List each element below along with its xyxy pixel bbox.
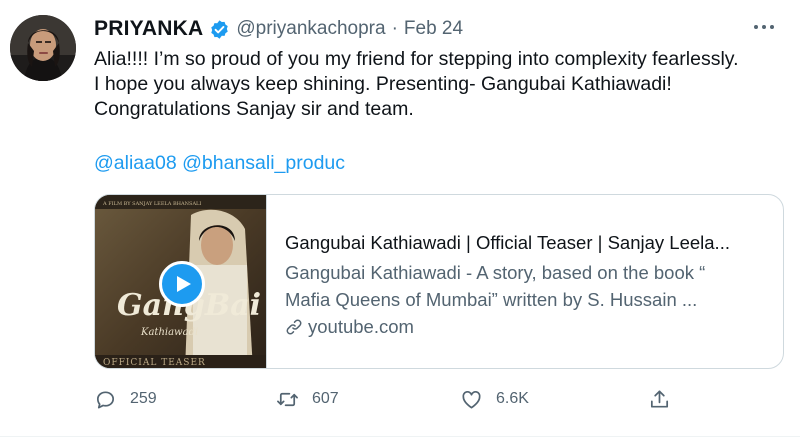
verified-badge-icon [209,19,230,40]
mentions: @aliaa08 @bhansali_produc [94,152,345,175]
card-info[interactable]: Gangubai Kathiawadi | Official Teaser | … [267,195,783,368]
video-thumbnail[interactable]: A FILM BY SANJAY LEELA BHANSALI GangBai … [95,195,267,368]
card-description: Gangubai Kathiawadi - A story, based on … [285,259,783,313]
tweet-header: PRIYANKA @priyankachopra · Feb 24 [94,14,463,44]
retweet-icon [277,392,298,406]
card-domain[interactable]: youtube.com [285,316,783,338]
mention-link[interactable]: @aliaa08 [94,152,177,174]
display-name[interactable]: PRIYANKA [94,17,203,41]
reply-count: 259 [130,390,157,407]
tweet-text-line: Congratulations Sanjay sir and team. [94,98,414,120]
link-icon [285,318,303,336]
separator-dot: · [391,18,398,39]
play-icon [177,276,191,292]
tweet-actions: 259 607 6.6K [94,384,714,414]
thumbnail-logo-subtext: Kathiawadi [140,327,198,338]
mention-link[interactable]: @bhansali_produc [182,152,345,174]
tweet-text: Alia!!!! I’m so proud of you my friend f… [94,47,784,122]
like-count: 6.6K [496,390,529,407]
card-description-line: Gangubai Kathiawadi - A story, based on … [285,262,706,283]
card-title[interactable]: Gangubai Kathiawadi | Official Teaser | … [285,231,783,255]
tweet[interactable]: PRIYANKA @priyankachopra · Feb 24 Alia!!… [0,0,800,440]
tweet-text-line: I hope you always keep shining. Presenti… [94,73,672,95]
reply-icon [96,390,115,409]
link-preview-card[interactable]: A FILM BY SANJAY LEELA BHANSALI GangBai … [94,194,784,369]
share-icon [650,389,669,408]
more-options-icon[interactable] [754,22,778,32]
thumbnail-top-text: A FILM BY SANJAY LEELA BHANSALI [102,201,201,207]
thumbnail-caption: OFFICIAL TEASER [103,358,206,368]
divider [0,436,800,437]
card-domain-text[interactable]: youtube.com [308,316,414,338]
retweet-count: 607 [312,390,339,407]
heart-icon [462,390,481,409]
retweet-button[interactable]: 607 [276,384,339,414]
card-description-line: Mafia Queens of Mumbai” written by S. Hu… [285,289,698,310]
avatar[interactable] [10,15,76,81]
like-button[interactable]: 6.6K [460,384,529,414]
share-button[interactable] [648,384,671,414]
tweet-date[interactable]: Feb 24 [404,18,463,40]
play-button[interactable] [159,261,205,307]
user-handle[interactable]: @priyankachopra [236,18,385,40]
tweet-text-line: Alia!!!! I’m so proud of you my friend f… [94,48,739,70]
reply-button[interactable]: 259 [94,384,157,414]
